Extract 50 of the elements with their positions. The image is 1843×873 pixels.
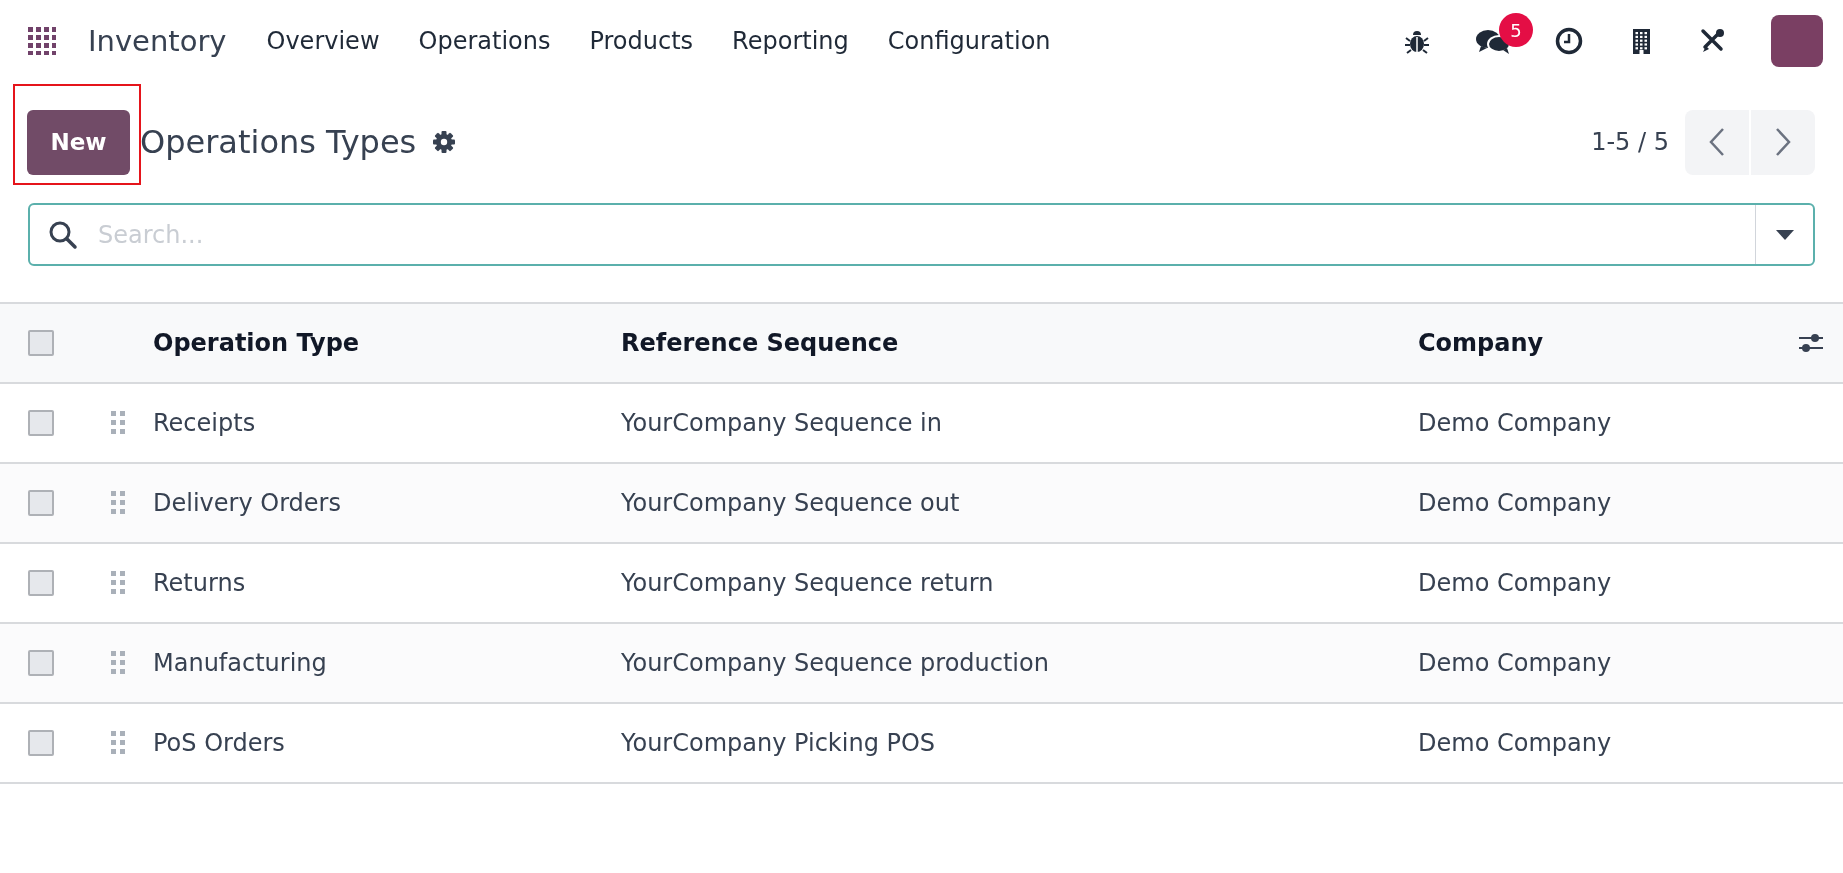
previous-button[interactable] <box>1685 109 1749 175</box>
chevron-right-icon <box>1773 127 1793 157</box>
menu-item[interactable]: Operations <box>418 27 551 55</box>
table-cell: Demo Company <box>1418 649 1612 677</box>
menu-item[interactable]: Products <box>589 27 694 55</box>
column-header[interactable]: Company <box>1418 329 1544 357</box>
table-cell: Delivery Orders <box>153 489 341 517</box>
app-name[interactable]: Inventory <box>88 24 227 58</box>
pager-value[interactable]: 1-5 / 5 <box>1591 128 1669 156</box>
table-cell: YourCompany Sequence out <box>621 489 960 517</box>
table-cell: Demo Company <box>1418 569 1612 597</box>
menu-item[interactable]: Configuration <box>887 27 1051 55</box>
drag-handle-icon[interactable] <box>111 651 125 675</box>
checkbox[interactable] <box>28 490 54 516</box>
table-cell: YourCompany Sequence production <box>621 649 1049 677</box>
drag-handle-icon[interactable] <box>111 731 125 755</box>
table-cell: Returns <box>153 569 246 597</box>
settings-icon[interactable] <box>432 130 457 154</box>
table-cell: Demo Company <box>1418 409 1612 437</box>
checkbox[interactable] <box>28 330 54 356</box>
table-cell: PoS Orders <box>153 729 285 757</box>
table-cell: YourCompany Sequence in <box>621 409 942 437</box>
chevron-left-icon <box>1707 127 1727 157</box>
next-button[interactable] <box>1751 109 1815 175</box>
notification-badge: 5 <box>1499 13 1533 47</box>
checkbox[interactable] <box>28 410 54 436</box>
drag-handle-icon[interactable] <box>111 571 125 595</box>
table-cell: YourCompany Picking POS <box>621 729 936 757</box>
checkbox[interactable] <box>28 650 54 676</box>
table-cell: Demo Company <box>1418 729 1612 757</box>
checkbox[interactable] <box>28 570 54 596</box>
table-cell: Receipts <box>153 409 256 437</box>
new-button[interactable]: New <box>27 109 130 175</box>
clock-icon[interactable] <box>1555 27 1583 55</box>
drag-handle-icon[interactable] <box>111 491 125 515</box>
table-cell: YourCompany Sequence return <box>621 569 994 597</box>
caret-icon <box>1775 229 1794 240</box>
menu-item[interactable]: Overview <box>266 27 380 55</box>
column-header[interactable]: Reference Sequence <box>621 329 899 357</box>
user-avatar[interactable] <box>1771 15 1823 67</box>
search-icon <box>48 219 78 250</box>
page-title: Operations Types <box>140 123 417 161</box>
table-cell: Demo Company <box>1418 489 1612 517</box>
apps-menu-icon[interactable] <box>28 27 56 55</box>
drag-handle-icon[interactable] <box>111 411 125 435</box>
column-header[interactable]: Operation Type <box>153 329 360 357</box>
table-cell: Manufacturing <box>153 649 327 677</box>
checkbox[interactable] <box>28 730 54 756</box>
tools-icon[interactable] <box>1699 27 1727 55</box>
menu-item[interactable]: Reporting <box>732 27 849 55</box>
